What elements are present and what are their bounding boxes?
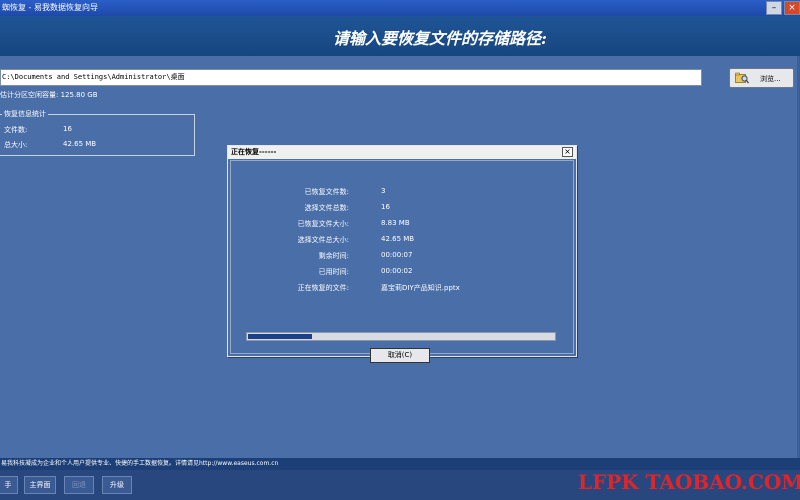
- remaining-time-label: 剩余时间:: [318, 252, 349, 260]
- dialog-title: 正在恢复------: [228, 146, 576, 159]
- header-banner: 请输入要恢复文件的存储路径:: [0, 16, 800, 56]
- elapsed-time-value: 00:00:02: [381, 267, 413, 275]
- dialog-close-icon[interactable]: ×: [562, 147, 573, 157]
- recovered-size-label: 已恢复文件大小:: [297, 220, 349, 228]
- recovery-progress-bar: [246, 332, 556, 341]
- close-window-button[interactable]: ×: [784, 1, 800, 15]
- title-bar: 蜘恢复 - 易我数据恢复向导 – ×: [0, 0, 800, 16]
- back-button[interactable]: 回退: [64, 476, 94, 494]
- cancel-button[interactable]: 取消(C): [370, 348, 430, 363]
- help-button[interactable]: 手: [0, 476, 18, 494]
- selected-count-value: 16: [381, 203, 390, 211]
- browse-button[interactable]: 浏览...: [729, 68, 794, 88]
- total-size-label: 总大小:: [4, 141, 28, 149]
- files-count-label: 文件数:: [4, 126, 28, 134]
- stats-legend: 恢复信息统计: [2, 109, 48, 119]
- recovery-stats-group: 恢复信息统计 文件数: 16 总大小: 42.65 MB: [0, 109, 195, 156]
- save-path-input[interactable]: C:\Documents and Settings\Administrator\…: [0, 69, 702, 86]
- folder-search-icon: [735, 72, 749, 84]
- minimize-button[interactable]: –: [766, 1, 782, 15]
- current-file-label: 正在恢复的文件:: [297, 284, 349, 292]
- recovery-progress-dialog: 正在恢复------ × 已恢复文件数: 3 选择文件总数: 16 已恢复文件大…: [227, 145, 577, 363]
- window-title: 蜘恢复 - 易我数据恢复向导: [2, 3, 98, 12]
- free-capacity-text: 估计分区空闲容量: 125.80 GB: [0, 91, 98, 99]
- files-count-value: 16: [63, 125, 72, 133]
- window-controls: – ×: [766, 1, 800, 15]
- remaining-time-value: 00:00:07: [381, 251, 413, 259]
- total-size-value: 42.65 MB: [63, 140, 97, 148]
- dialog-body: 已恢复文件数: 3 选择文件总数: 16 已恢复文件大小: 8.83 MB 选择…: [230, 160, 574, 363]
- selected-size-label: 选择文件总大小:: [297, 236, 349, 244]
- elapsed-time-label: 已用时间:: [318, 268, 349, 276]
- status-bar: 易我科技凝成为企业和个人用户提供专业、快捷的手工数据恢复。详情请见http://…: [0, 458, 800, 470]
- upgrade-button[interactable]: 升级: [102, 476, 132, 494]
- main-screen-button[interactable]: 主界面: [24, 476, 56, 494]
- browse-label: 浏览...: [760, 75, 781, 83]
- recovered-count-value: 3: [381, 187, 386, 195]
- recovered-size-value: 8.83 MB: [381, 219, 410, 227]
- watermark-text: LFPK TAOBAO.COM: [578, 470, 800, 494]
- selected-size-value: 42.65 MB: [381, 235, 415, 243]
- recovered-count-label: 已恢复文件数:: [304, 188, 349, 196]
- header-prompt: 请输入要恢复文件的存储路径:: [333, 29, 547, 48]
- current-file-value: 嘉宝莉DIY产品知识.pptx: [381, 284, 460, 292]
- progress-fill: [248, 334, 312, 339]
- selected-count-label: 选择文件总数:: [304, 204, 349, 212]
